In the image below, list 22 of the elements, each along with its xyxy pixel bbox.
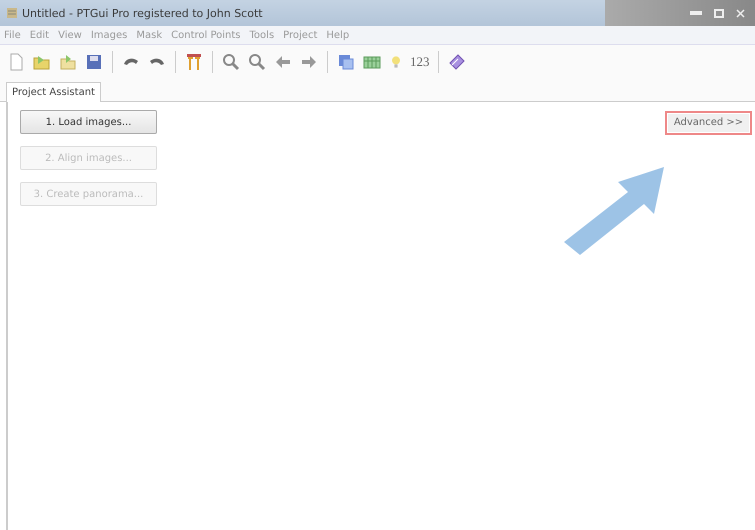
step-button[interactable]: 1. Load images... <box>20 110 157 134</box>
menu-item[interactable]: File <box>4 30 21 40</box>
menu-item[interactable]: Help <box>326 30 350 40</box>
maximize-icon[interactable] <box>714 8 724 18</box>
zoom-in-icon[interactable] <box>221 52 241 72</box>
menu-item[interactable]: Images <box>90 30 128 40</box>
panorama-icon[interactable] <box>336 52 356 72</box>
menu-item[interactable]: Control Points <box>171 30 241 40</box>
menu-item[interactable]: Edit <box>30 30 50 40</box>
save-icon[interactable] <box>84 52 104 72</box>
folder-arrow-icon[interactable] <box>58 52 78 72</box>
menu-item[interactable]: Tools <box>250 30 274 40</box>
app-icon <box>6 7 18 19</box>
tab[interactable]: Project Assistant <box>6 82 101 102</box>
window-title: Untitled - PTGui Pro registered to John Scott <box>22 6 263 20</box>
menu-item[interactable]: Mask <box>136 30 162 40</box>
numbers-button[interactable]: 123 <box>410 54 430 70</box>
menu-item[interactable]: View <box>58 30 82 40</box>
advanced-button[interactable]: Advanced >> <box>665 110 752 134</box>
close-icon[interactable] <box>736 8 745 18</box>
zoom-out-icon[interactable] <box>247 52 267 72</box>
menu-item[interactable]: Project <box>283 30 318 40</box>
